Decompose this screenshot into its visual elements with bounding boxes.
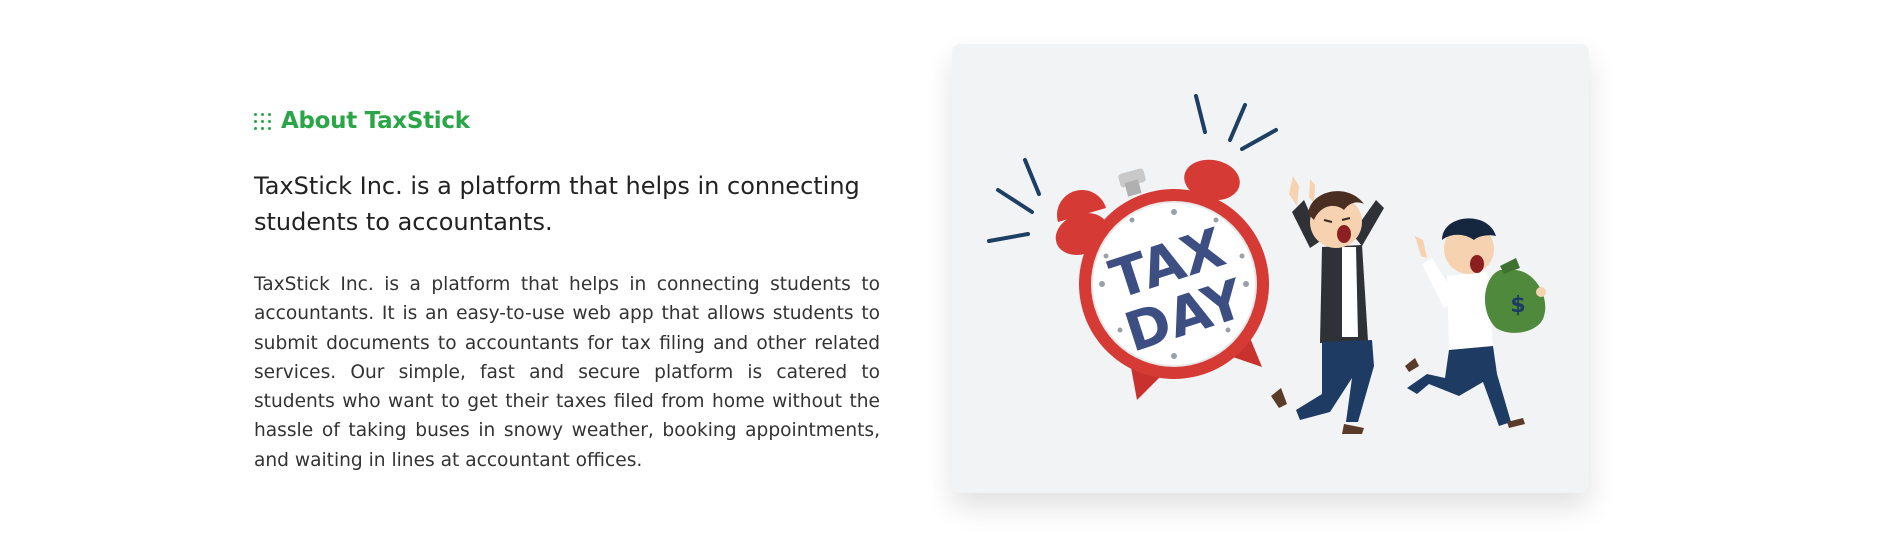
about-eyebrow-label: About TaxStick [281,108,470,134]
running-man-left [1271,176,1384,434]
about-text-column: About TaxStick TaxStick Inc. is a platfo… [254,104,880,494]
about-lead: TaxStick Inc. is a platform that helps i… [254,172,860,236]
running-man-right: $ [1405,218,1546,428]
about-section: About TaxStick TaxStick Inc. is a platfo… [0,0,1882,543]
grid-dots-icon [254,112,271,130]
about-body: TaxStick Inc. is a platform that helps i… [254,274,880,471]
tax-day-illustration: TAX DAY $ [987,94,1546,434]
tax-day-illustration-card: TAX DAY $ [952,44,1589,493]
about-eyebrow: About TaxStick [254,104,880,138]
money-bag-symbol: $ [1510,293,1525,318]
